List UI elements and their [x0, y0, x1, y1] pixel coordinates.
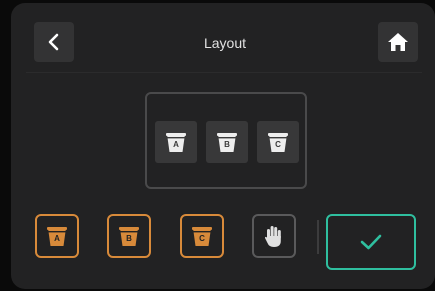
bucket-icon: A	[47, 225, 67, 247]
button-separator	[317, 220, 319, 254]
slot-letter: A	[173, 140, 179, 149]
home-button[interactable]	[378, 22, 418, 62]
manual-button[interactable]	[252, 214, 296, 258]
checkmark-icon	[360, 234, 382, 250]
layout-slot-c: C	[257, 121, 299, 163]
layout-slot-b: B	[206, 121, 248, 163]
home-icon	[388, 33, 408, 51]
slot-letter: B	[224, 140, 230, 149]
bucket-a-button[interactable]: A	[35, 214, 79, 258]
slot-letter: C	[275, 140, 281, 149]
bucket-icon: B	[217, 131, 237, 153]
bucket-letter: C	[199, 234, 205, 243]
bucket-letter: B	[126, 234, 132, 243]
bucket-icon: B	[119, 225, 139, 247]
hand-icon	[264, 226, 281, 247]
bucket-b-button[interactable]: B	[107, 214, 151, 258]
bucket-icon: C	[268, 131, 288, 153]
page-title: Layout	[203, 35, 247, 51]
bucket-icon: C	[192, 225, 212, 247]
bucket-icon: A	[166, 131, 186, 153]
bucket-c-button[interactable]: C	[180, 214, 224, 258]
header-divider	[26, 72, 422, 73]
chevron-left-icon	[48, 33, 59, 51]
bucket-letter: A	[54, 234, 60, 243]
back-button[interactable]	[34, 22, 74, 62]
confirm-button[interactable]	[326, 214, 416, 270]
layout-slot-a: A	[155, 121, 197, 163]
